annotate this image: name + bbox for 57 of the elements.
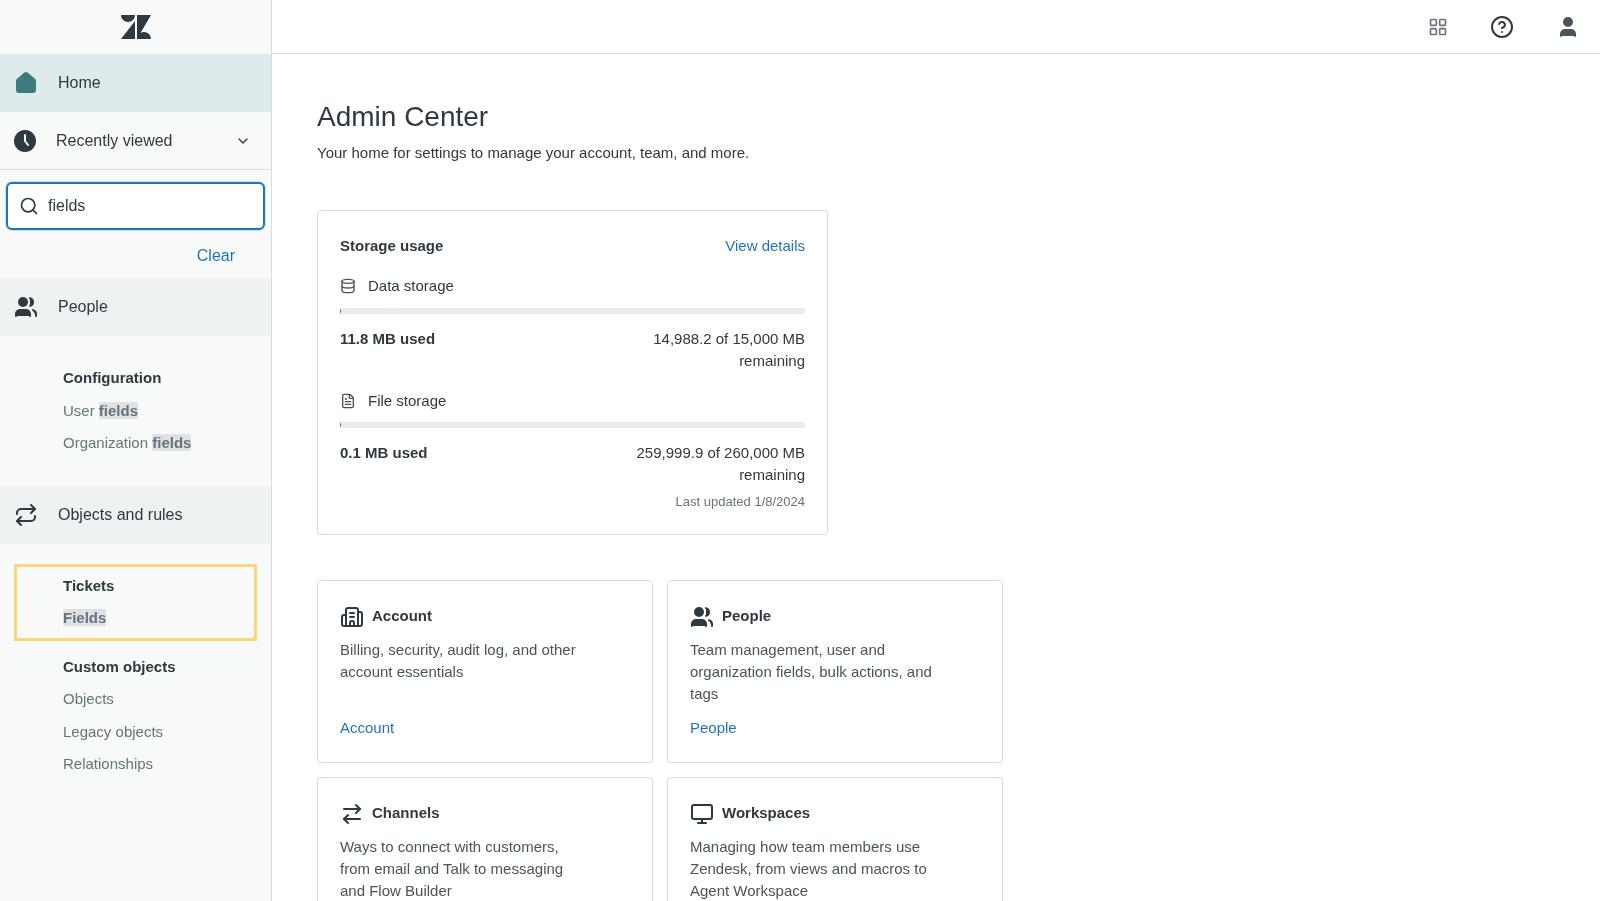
nav-link[interactable]: Objects [63, 688, 114, 711]
nav-link[interactable]: Organization fields [63, 432, 192, 455]
card-description: Ways to connect with customers, from email and Talk to messaging and Flow Builder [340, 836, 565, 901]
remaining-amount: 259,999.9 of 260,000 MB remaining [635, 443, 805, 485]
card-title: Account [372, 606, 432, 627]
remaining-amount: 14,988.2 of 15,000 MB remaining [652, 328, 805, 371]
clear-link[interactable]: Clear [196, 244, 235, 268]
section-header[interactable]: Objects and rules [0, 485, 271, 544]
page-subtitle: Your home for settings to manage your account, team, and more. [317, 143, 751, 163]
card-title: Workspaces [722, 803, 811, 824]
arrows-icon [14, 502, 38, 527]
card-description: Billing, security, audit log, and other account essentials [340, 639, 577, 682]
card-link[interactable]: Account [340, 716, 395, 739]
group-title: Custom objects [63, 656, 176, 677]
database-icon [340, 278, 356, 295]
nav-item[interactable]: Recently viewed [0, 112, 271, 170]
nav-item[interactable]: Home [0, 54, 271, 112]
home-icon [14, 71, 38, 95]
section-label: People [58, 297, 108, 317]
clock-icon [14, 129, 36, 152]
page-title: Admin Center [317, 100, 490, 134]
category-card[interactable]: Channels Ways to connect with customers, from email and Talk to messaging and Flow Builder [317, 776, 653, 901]
logo-icon [120, 15, 151, 39]
people-icon [14, 295, 38, 319]
nav-label: Recently viewed [56, 130, 174, 151]
nav-label: Home [58, 73, 102, 93]
monitor-icon [690, 801, 714, 826]
group-title: Tickets [63, 575, 115, 596]
card-description: Team management, user and organization fields, bulk actions, and tags [690, 639, 933, 704]
apps-icon[interactable] [1428, 16, 1448, 37]
card-link[interactable]: People [690, 716, 737, 739]
nav-link[interactable]: Legacy objects [63, 720, 164, 743]
card-title: Channels [372, 803, 440, 824]
people-icon [690, 604, 714, 629]
building-icon [340, 604, 364, 629]
category-card[interactable]: Workspaces Managing how team members use Zendesk, from views and macros to Agent Workspace [667, 776, 1003, 901]
category-card[interactable]: Account Billing, security, audit log, and other account essentials Account [317, 579, 653, 763]
search-icon [19, 196, 39, 216]
arrows-icon [340, 801, 364, 826]
card-title: Storage usage [340, 235, 444, 256]
document-icon [340, 392, 356, 409]
section-header[interactable]: People [0, 278, 271, 336]
last-updated: Last updated 1/8/2024 [675, 493, 805, 511]
storage-label: Data storage [368, 276, 454, 296]
help-icon[interactable] [1490, 14, 1514, 39]
group-title: Configuration [63, 368, 162, 388]
card-description: Managing how team members use Zendesk, from views and macros to Agent Workspace [690, 836, 928, 901]
card-title: People [722, 606, 772, 627]
used-amount: 11.8 MB used [340, 328, 436, 349]
search-field[interactable]: fields [6, 182, 265, 230]
used-amount: 0.1 MB used [340, 443, 428, 463]
storage-label: File storage [368, 390, 447, 411]
view-details-link[interactable]: View details [725, 234, 805, 257]
section-label: Objects and rules [58, 504, 183, 525]
nav-link[interactable]: Relationships [63, 753, 154, 776]
category-card[interactable]: People Team management, user and organization fields, bulk actions, and tags People [667, 579, 1003, 763]
nav-link[interactable]: User fields [63, 399, 139, 422]
